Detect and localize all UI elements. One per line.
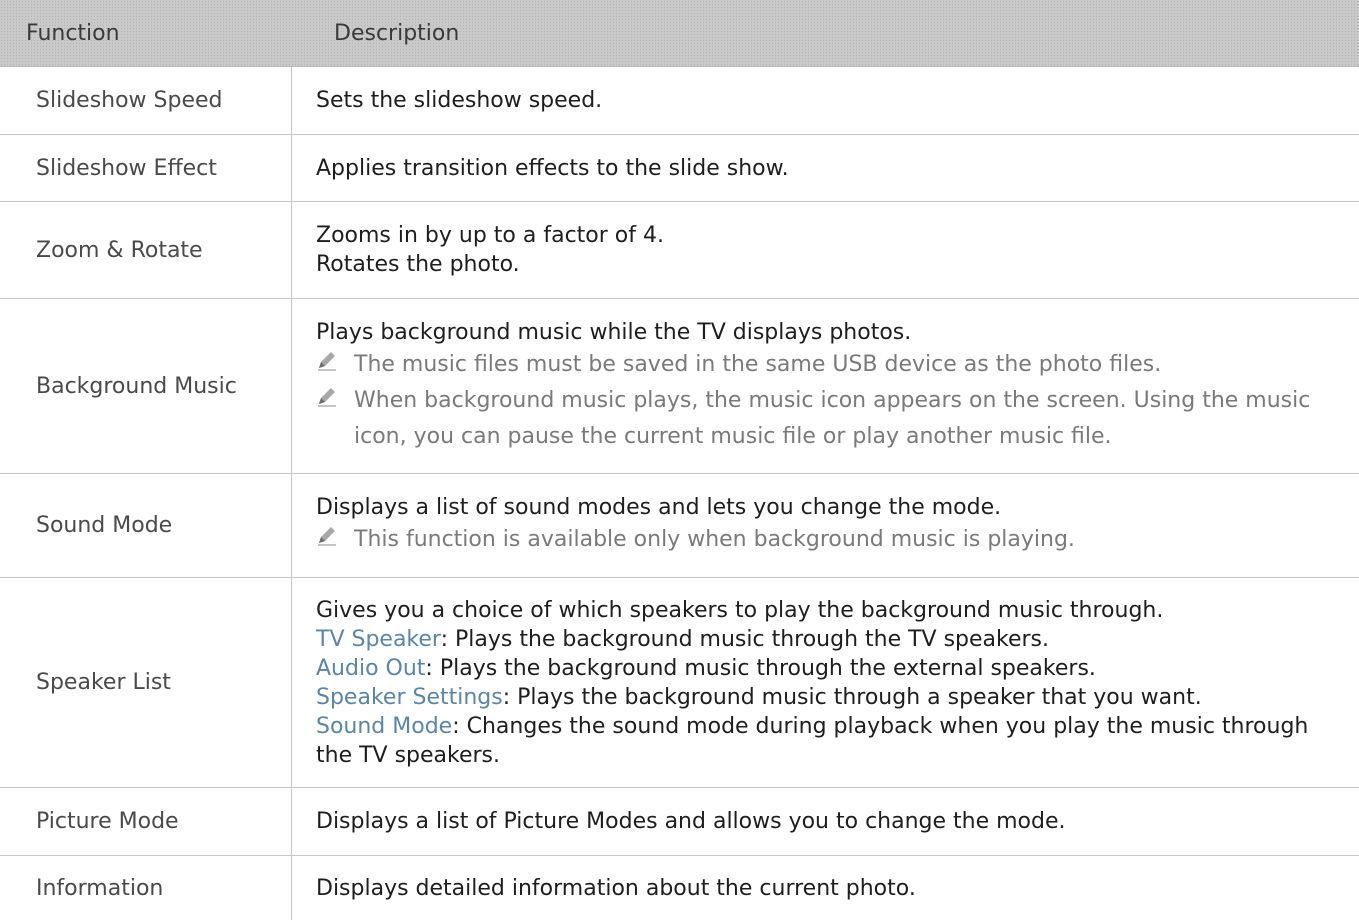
pencil-note-icon [316,347,354,383]
option-text: : Changes the sound mode during playback… [316,713,1309,768]
option-line: Audio Out: Plays the background music th… [316,654,1339,683]
description-cell: Displays a list of Picture Modes and all… [292,788,1359,855]
note: This function is available only when bac… [316,522,1339,558]
function-cell: Zoom & Rotate [0,202,292,298]
description-cell: Sets the slideshow speed. [292,67,1359,134]
option-text: : Plays the background music through a s… [502,684,1202,710]
table-row: Slideshow Effect Applies transition effe… [0,135,1359,202]
description-line: Displays a list of Picture Modes and all… [316,809,1066,834]
option-label: Audio Out [316,655,426,681]
description-line: Gives you a choice of which speakers to … [316,597,1164,623]
description-line: Plays background music while the TV disp… [316,319,912,345]
table-row: Zoom & Rotate Zooms in by up to a factor… [0,202,1359,299]
description-line: Rotates the photo. [316,252,520,277]
option-line: Sound Mode: Changes the sound mode durin… [316,712,1339,770]
function-cell: Speaker List [0,578,292,787]
description-cell: Applies transition effects to the slide … [292,135,1359,201]
table-row: Speaker List Gives you a choice of which… [0,578,1359,788]
description-line: Applies transition effects to the slide … [316,155,789,181]
description-cell: Plays background music while the TV disp… [292,299,1359,473]
description-cell: Displays a list of sound modes and lets … [292,474,1359,577]
note-text: This function is available only when bac… [354,527,1075,552]
pencil-note-icon [316,522,354,558]
function-cell: Sound Mode [0,474,292,577]
function-cell: Slideshow Effect [0,135,292,201]
table-row: Slideshow Speed Sets the slideshow speed… [0,67,1359,135]
description-line: Zooms in by up to a factor of 4. [316,223,664,248]
description-line: Displays detailed information about the … [316,875,916,901]
option-line: Speaker Settings: Plays the background m… [316,683,1339,712]
table-header: Function Description [0,0,1359,67]
note: The music files must be saved in the sam… [316,347,1339,383]
option-label: TV Speaker [316,626,441,652]
note-text: The music files must be saved in the sam… [354,351,1162,377]
header-function: Function [26,20,120,46]
function-cell: Information [0,856,292,920]
option-text: : Plays the background music through the… [425,655,1096,681]
header-description: Description [334,20,460,46]
function-cell: Picture Mode [0,788,292,855]
table-row: Picture Mode Displays a list of Picture … [0,788,1359,856]
description-line: Displays a list of sound modes and lets … [316,495,1002,520]
description-cell: Displays detailed information about the … [292,856,1359,920]
function-table: Function Description Slideshow Speed Set… [0,0,1359,920]
option-label: Sound Mode [316,713,453,739]
description-cell: Zooms in by up to a factor of 4. Rotates… [292,202,1359,298]
table-row: Information Displays detailed informatio… [0,856,1359,920]
table-row: Sound Mode Displays a list of sound mode… [0,474,1359,578]
option-label: Speaker Settings [316,684,503,710]
description-cell: Gives you a choice of which speakers to … [292,578,1359,787]
note-text: When background music plays, the music i… [354,387,1311,449]
description-line: Sets the slideshow speed. [316,88,603,113]
pencil-note-icon [316,383,354,455]
function-cell: Slideshow Speed [0,67,292,134]
option-line: TV Speaker: Plays the background music t… [316,625,1339,654]
note: When background music plays, the music i… [316,383,1339,455]
option-text: : Plays the background music through the… [440,626,1050,652]
table-row: Background Music Plays background music … [0,299,1359,474]
function-cell: Background Music [0,299,292,473]
